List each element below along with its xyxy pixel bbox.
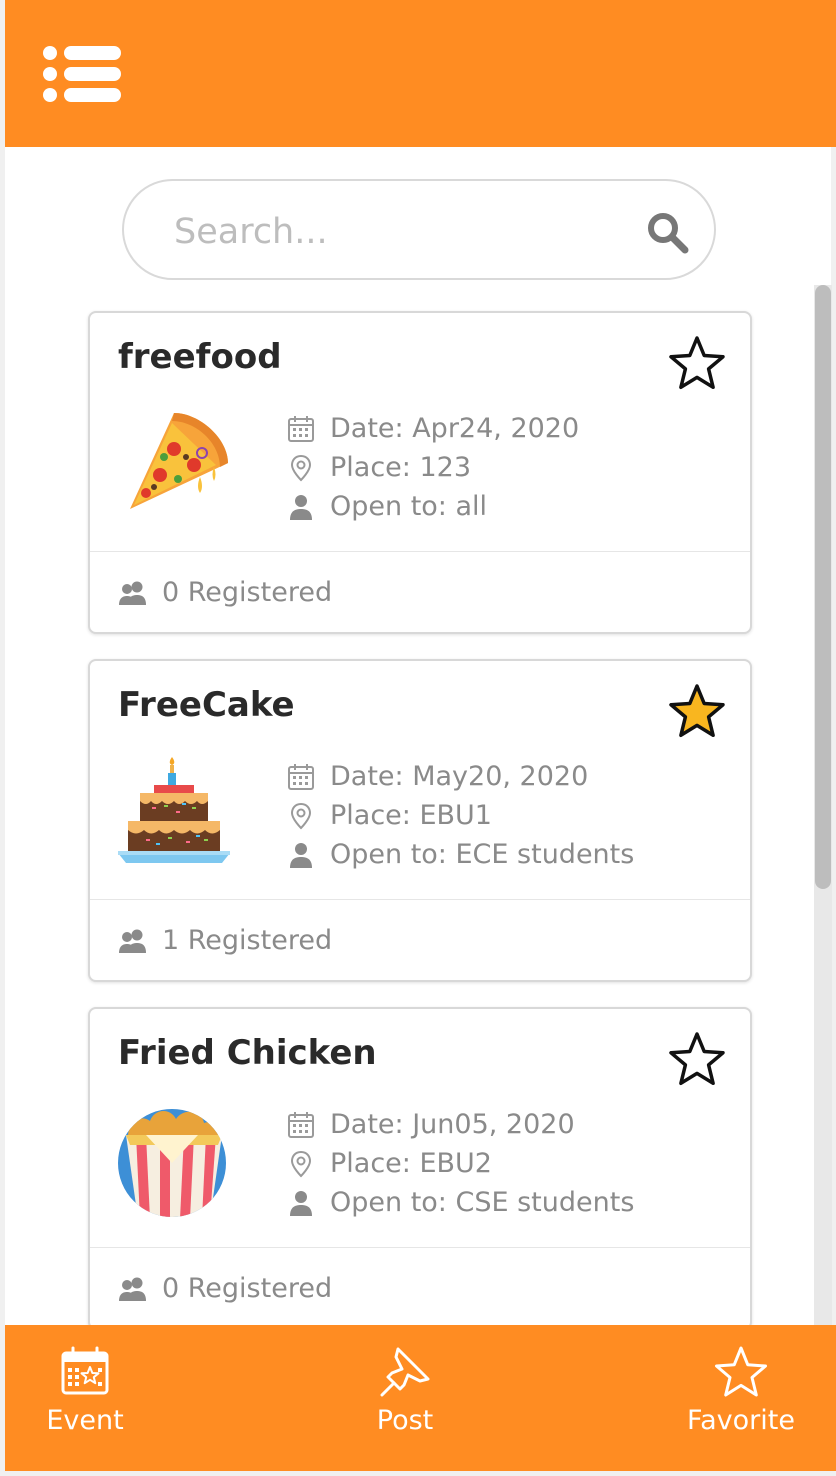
scrollbar[interactable] bbox=[814, 285, 832, 1325]
card-divider bbox=[90, 1247, 750, 1248]
users-icon bbox=[119, 1277, 146, 1301]
event-title: Fried Chicken bbox=[118, 1033, 377, 1073]
event-audience: Open to: ECE students bbox=[330, 839, 635, 870]
card-footer: 0 Registered bbox=[118, 577, 332, 608]
favorite-star-icon[interactable] bbox=[668, 683, 726, 739]
registered-count: 1 Registered bbox=[162, 925, 333, 956]
search-icon[interactable] bbox=[644, 209, 692, 257]
nav-item-post[interactable]: Post bbox=[353, 1345, 457, 1445]
event-card[interactable]: freefood Date: Apr24, 2020 Place: 123 Op… bbox=[88, 311, 752, 634]
nav-label-favorite: Favorite bbox=[687, 1405, 795, 1436]
event-audience: Open to: all bbox=[330, 491, 488, 522]
card-footer: 1 Registered bbox=[118, 925, 332, 956]
search-bar bbox=[122, 179, 716, 280]
event-date: Date: May20, 2020 bbox=[330, 761, 589, 792]
event-place: Place: EBU2 bbox=[330, 1148, 492, 1179]
event-audience: Open to: CSE students bbox=[330, 1187, 635, 1218]
scrollbar-thumb[interactable] bbox=[815, 285, 831, 889]
registered-count: 0 Registered bbox=[162, 577, 333, 608]
event-title: freefood bbox=[118, 337, 282, 377]
favorite-star-icon[interactable] bbox=[668, 335, 726, 391]
top-app-bar bbox=[5, 0, 836, 147]
event-details: Date: May20, 2020 Place: EBU1 Open to: E… bbox=[286, 757, 634, 874]
event-details: Date: Apr24, 2020 Place: 123 Open to: al… bbox=[286, 409, 579, 526]
event-card[interactable]: Fried Chicken Date: Jun05, 2020 Place: E… bbox=[88, 1007, 752, 1330]
calendar-icon bbox=[288, 1111, 314, 1138]
event-card[interactable]: FreeCake Date: May20, 2020 Place: EBU1 O… bbox=[88, 659, 752, 982]
event-date: Date: Jun05, 2020 bbox=[330, 1109, 575, 1140]
calendar-star-icon bbox=[61, 1346, 109, 1395]
person-icon bbox=[290, 494, 312, 520]
birthday-cake-image bbox=[118, 757, 230, 863]
nav-label-event: Event bbox=[46, 1405, 124, 1436]
location-pin-icon bbox=[290, 1150, 312, 1177]
event-details: Date: Jun05, 2020 Place: EBU2 Open to: C… bbox=[286, 1105, 634, 1222]
event-place: Place: EBU1 bbox=[330, 800, 492, 831]
person-icon bbox=[290, 842, 312, 868]
pizza-slice-image bbox=[130, 413, 228, 509]
nav-label-post: Post bbox=[376, 1405, 434, 1436]
menu-button[interactable] bbox=[43, 40, 123, 106]
users-icon bbox=[119, 581, 146, 605]
calendar-icon bbox=[288, 763, 314, 790]
event-date: Date: Apr24, 2020 bbox=[330, 413, 580, 444]
location-pin-icon bbox=[290, 454, 312, 481]
app-screen: freefood bbox=[0, 0, 836, 1476]
favorite-star-icon[interactable] bbox=[668, 1031, 726, 1087]
location-pin-icon bbox=[290, 802, 312, 829]
card-divider bbox=[90, 899, 750, 900]
event-title: FreeCake bbox=[118, 685, 295, 725]
star-icon bbox=[715, 1346, 767, 1397]
registered-count: 0 Registered bbox=[162, 1273, 333, 1304]
bottom-navigation: Event Post Favorite bbox=[0, 1325, 836, 1476]
card-footer: 0 Registered bbox=[118, 1273, 332, 1304]
calendar-icon bbox=[288, 415, 314, 442]
nav-item-event[interactable]: Event bbox=[35, 1345, 135, 1445]
person-icon bbox=[290, 1190, 312, 1216]
fried-chicken-bucket-image bbox=[118, 1109, 226, 1217]
search-input[interactable] bbox=[172, 203, 616, 261]
users-icon bbox=[119, 929, 146, 953]
card-divider bbox=[90, 551, 750, 552]
pushpin-icon bbox=[380, 1347, 430, 1397]
nav-item-favorite[interactable]: Favorite bbox=[675, 1345, 807, 1445]
event-place: Place: 123 bbox=[330, 452, 471, 483]
